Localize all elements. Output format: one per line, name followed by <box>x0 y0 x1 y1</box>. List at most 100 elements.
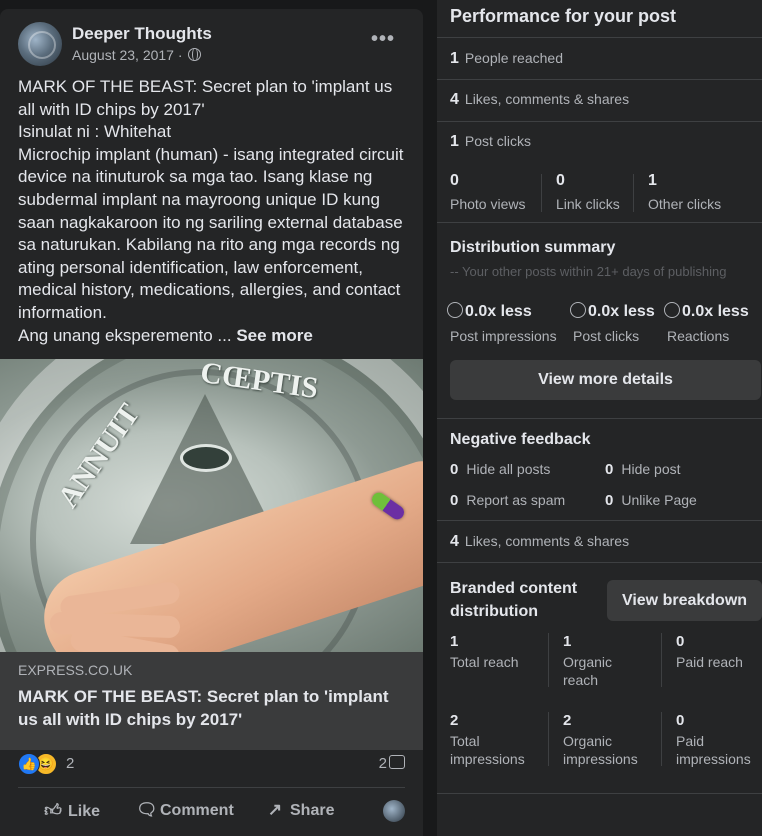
like-label: Like <box>68 803 101 820</box>
post-text-line: Isinulat ni : Whitehat <box>18 122 172 142</box>
distribution-subtitle: -- Your other posts within 21+ days of p… <box>450 264 727 279</box>
organic-impressions-stat: 2 Organic impressions <box>563 712 653 768</box>
organic-reach-value: 1 <box>563 633 572 650</box>
post-clicks-value: 1 <box>450 133 459 150</box>
divider <box>437 79 762 80</box>
post-clicks-label: Post clicks <box>464 133 532 149</box>
paid-reach-stat: 0 Paid reach <box>676 633 762 671</box>
engagement-stat: 4 Likes, comments & shares <box>450 91 629 109</box>
hide-all-posts-stat: 0 Hide all posts <box>450 461 550 478</box>
circle-icon <box>570 302 586 318</box>
divider <box>437 222 762 223</box>
distribution-label: Post impressions <box>450 328 557 344</box>
distribution-item: 0.0x less Post impressions <box>447 302 557 344</box>
distribution-value-text: 0.0x less <box>465 303 532 320</box>
comment-bubble-icon <box>389 755 405 769</box>
total-reach-stat: 1 Total reach <box>450 633 550 671</box>
comment-count[interactable]: 2 <box>379 755 405 772</box>
divider <box>437 520 762 521</box>
post-text-tail: Ang unang eksperemento ... <box>18 325 232 345</box>
distribution-item: 0.0x less Post clicks <box>570 302 655 344</box>
see-more-link[interactable]: See more <box>236 326 313 345</box>
distribution-value-text: 0.0x less <box>682 303 749 320</box>
engagement-value: 4 <box>450 91 459 108</box>
total-impressions-label: Total impressions <box>450 733 525 767</box>
organic-reach-label: Organic reach <box>563 654 613 688</box>
link-clicks-value: 0 <box>556 172 565 189</box>
reaction-avatar-selector[interactable] <box>383 800 405 822</box>
eye-icon <box>180 444 232 472</box>
hide-post-label: Hide post <box>621 461 681 477</box>
engagement-value-2: 4 <box>450 533 459 550</box>
post-card: Deeper Thoughts August 23, 2017 · ••• MA… <box>0 9 423 836</box>
circle-icon <box>447 302 463 318</box>
hide-post-value: 0 <box>605 461 614 478</box>
comment-count-value: 2 <box>378 755 387 772</box>
view-more-details-button[interactable]: View more details <box>450 360 761 400</box>
divider <box>661 633 662 687</box>
divider <box>548 712 549 766</box>
link-preview[interactable]: EXPRESS.CO.UK MARK OF THE BEAST: Secret … <box>0 652 423 750</box>
distribution-value: 0.0x less <box>447 302 557 321</box>
divider <box>548 633 549 687</box>
divider <box>661 712 662 766</box>
paid-impressions-value: 0 <box>676 712 685 729</box>
negative-feedback-title: Negative feedback <box>450 431 591 448</box>
paid-reach-value: 0 <box>676 633 685 650</box>
photo-views-value: 0 <box>450 172 459 189</box>
post-text-line: MARK OF THE BEAST: Secret plan to 'impla… <box>18 77 393 119</box>
link-clicks-label: Link clicks <box>556 196 620 212</box>
divider <box>541 174 542 212</box>
post-image[interactable]: CŒPTIS ANNUIT <box>0 359 423 652</box>
paid-impressions-label: Paid impressions <box>676 733 751 767</box>
total-impressions-value: 2 <box>450 712 459 729</box>
page-name[interactable]: Deeper Thoughts <box>72 24 212 44</box>
divider <box>437 793 762 794</box>
photo-views-stat: 0 Photo views <box>450 172 525 212</box>
other-clicks-value: 1 <box>648 172 657 189</box>
reaction-count[interactable]: 2 <box>66 755 74 772</box>
hide-post-stat: 0 Hide post <box>605 461 681 478</box>
link-domain: EXPRESS.CO.UK <box>18 662 133 678</box>
other-clicks-stat: 1 Other clicks <box>648 172 721 212</box>
page-avatar[interactable] <box>18 22 62 66</box>
hide-all-posts-value: 0 <box>450 461 459 478</box>
engagement-label-2: Likes, comments & shares <box>464 533 630 549</box>
link-title[interactable]: MARK OF THE BEAST: Secret plan to 'impla… <box>18 686 408 731</box>
post-text: MARK OF THE BEAST: Secret plan to 'impla… <box>18 76 408 347</box>
insights-title: Performance for your post <box>450 6 677 26</box>
organic-impressions-value: 2 <box>563 712 572 729</box>
divider <box>633 174 634 212</box>
link-clicks-stat: 0 Link clicks <box>556 172 620 212</box>
total-impressions-stat: 2 Total impressions <box>450 712 540 768</box>
thumbs-up-icon: 👍︎ <box>44 801 62 820</box>
post-text-line: Ang unang eksperemento ... See more <box>18 325 408 348</box>
globe-icon <box>188 48 202 61</box>
people-reached-stat: 1 People reached <box>450 50 563 68</box>
share-icon: ↗ <box>267 800 283 819</box>
comment-button[interactable]: 🗨︎ Comment <box>136 800 234 820</box>
view-breakdown-button[interactable]: View breakdown <box>607 580 762 621</box>
post-actions: 👍︎ Like 🗨︎ Comment ↗ Share <box>18 787 405 828</box>
engagement-label: Likes, comments & shares <box>464 91 630 107</box>
divider <box>437 562 762 563</box>
reactions-bar: 👍 😆 2 2 <box>18 753 405 777</box>
post-text-line: Microchip implant (human) - isang integr… <box>18 144 404 322</box>
engagement-stat-2: 4 Likes, comments & shares <box>450 533 629 551</box>
hide-all-posts-label: Hide all posts <box>466 461 551 477</box>
divider <box>437 37 762 38</box>
paid-reach-label: Paid reach <box>676 654 743 670</box>
share-button[interactable]: ↗ Share <box>266 800 335 820</box>
unlike-page-stat: 0 Unlike Page <box>605 492 697 509</box>
distribution-title: Distribution summary <box>450 239 616 256</box>
people-reached-value: 1 <box>450 50 459 67</box>
more-options-button[interactable]: ••• <box>371 28 395 51</box>
like-button[interactable]: 👍︎ Like <box>44 800 100 821</box>
people-reached-label: People reached <box>464 50 563 66</box>
distribution-item: 0.0x less Reactions <box>664 302 749 344</box>
other-clicks-label: Other clicks <box>648 196 722 212</box>
like-reaction-icon[interactable]: 👍 <box>18 753 40 775</box>
post-date[interactable]: August 23, 2017 · <box>72 47 183 63</box>
unlike-page-value: 0 <box>605 492 614 509</box>
organic-impressions-label: Organic impressions <box>563 733 638 767</box>
